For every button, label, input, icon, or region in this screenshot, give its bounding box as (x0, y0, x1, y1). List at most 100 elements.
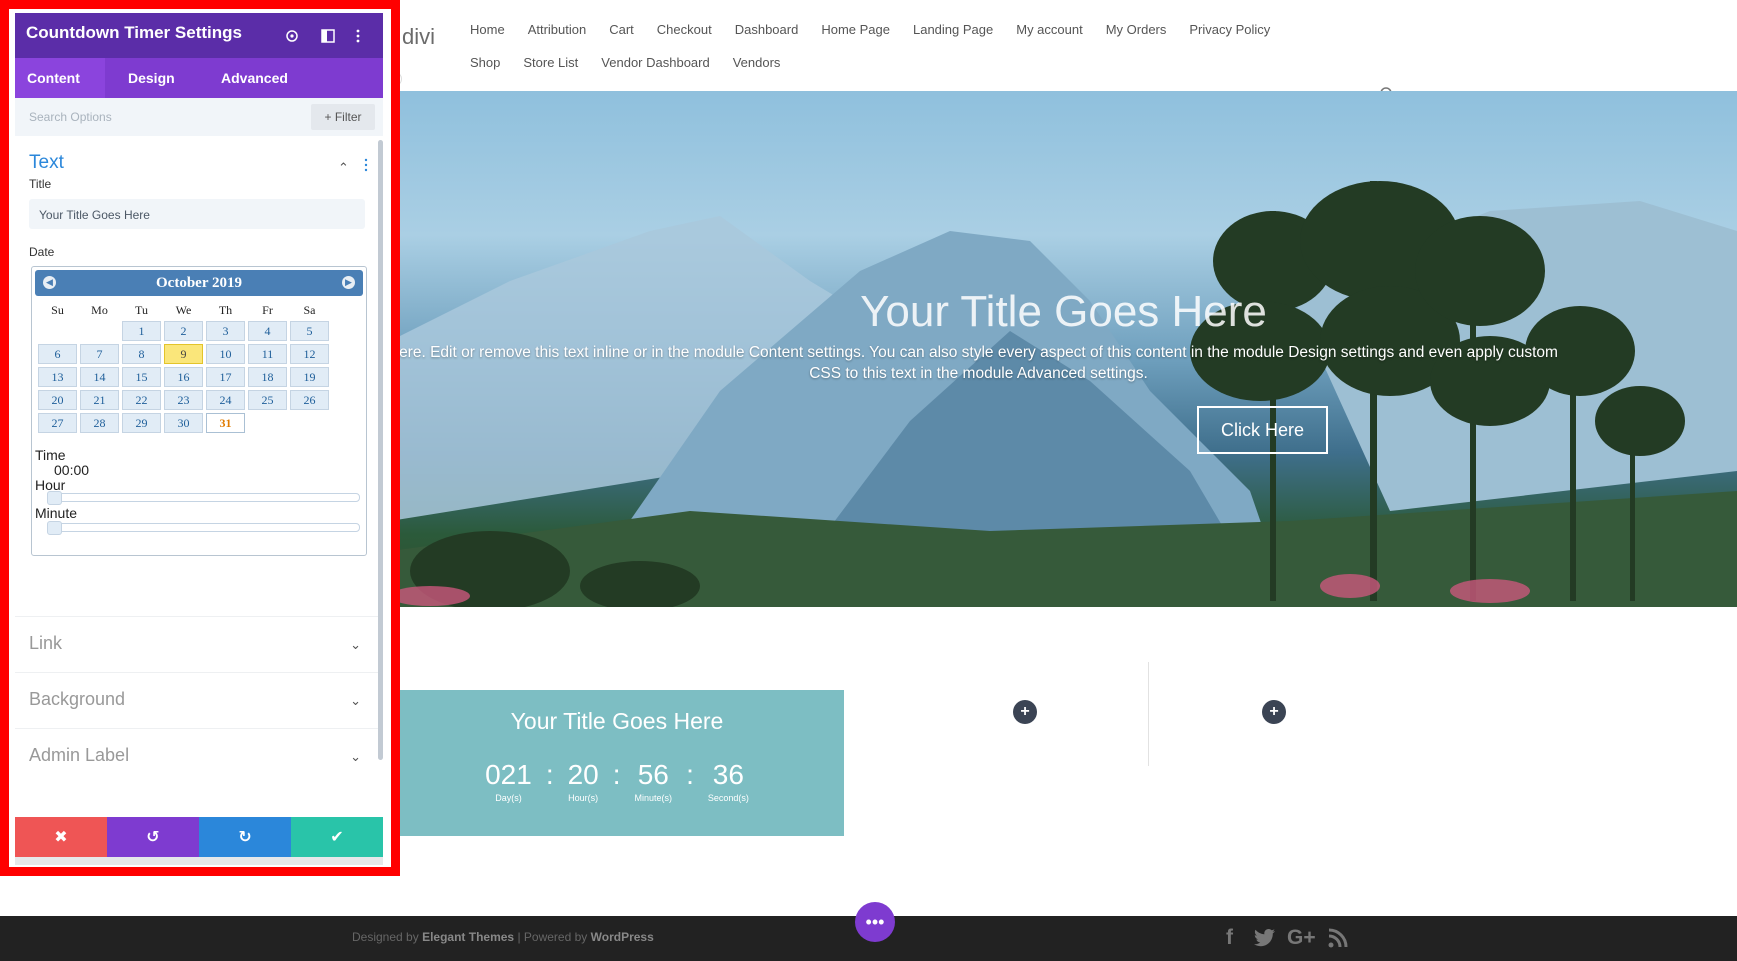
settings-panel-tabs: Content Design Advanced (15, 58, 383, 98)
section-background[interactable]: Background ⌄ (15, 672, 383, 728)
calendar-empty-cell (80, 321, 119, 341)
undo-button[interactable]: ↺ (107, 817, 199, 857)
chevron-up-icon[interactable]: ⌃ (338, 160, 349, 176)
weekday-label: Tu (135, 303, 148, 317)
nav-link-cart[interactable]: Cart (609, 22, 634, 37)
settings-panel-body: Text ⌃ Title Your Title Goes Here Date ◀… (15, 136, 383, 817)
save-button[interactable]: ✔ (291, 817, 383, 857)
calendar-day[interactable]: 7 (80, 344, 119, 364)
next-month-icon[interactable]: ▶ (342, 276, 355, 289)
nav-link-my-account[interactable]: My account (1016, 22, 1082, 37)
nav-link-landing-page[interactable]: Landing Page (913, 22, 993, 37)
settings-panel-scrollbar[interactable] (378, 140, 383, 760)
tab-design[interactable]: Design (128, 70, 175, 86)
hero-cta-button[interactable]: Click Here (1197, 406, 1328, 454)
countdown-seconds-label: Second(s) (707, 793, 749, 803)
calendar-day[interactable]: 3 (206, 321, 245, 341)
minute-label: Minute (35, 505, 78, 521)
nav-link-checkout[interactable]: Checkout (657, 22, 712, 37)
footer-link-wordpress[interactable]: WordPress (591, 930, 654, 944)
calendar-day[interactable]: 24 (206, 390, 245, 410)
section-link[interactable]: Link ⌄ (15, 616, 383, 672)
search-options-input[interactable]: Search Options (29, 110, 112, 124)
nav-link-my-orders[interactable]: My Orders (1106, 22, 1167, 37)
calendar-day[interactable]: 29 (122, 413, 161, 433)
countdown-timer-module[interactable]: Your Title Goes Here 021 Day(s) : 20 Hou… (390, 690, 844, 836)
facebook-icon[interactable]: f (1226, 926, 1233, 950)
calendar-day[interactable]: 19 (290, 367, 329, 387)
tab-content[interactable]: Content (27, 70, 80, 86)
calendar-day[interactable]: 28 (80, 413, 119, 433)
hour-slider[interactable] (47, 491, 360, 505)
section-more-icon[interactable] (364, 158, 368, 172)
builder-menu-button[interactable]: ••• (855, 902, 895, 942)
calendar-day[interactable]: 21 (80, 390, 119, 410)
calendar-day[interactable]: 30 (164, 413, 203, 433)
minute-slider-handle[interactable] (47, 521, 62, 535)
hour-slider-handle[interactable] (47, 491, 62, 505)
nav-link-vendors[interactable]: Vendors (733, 55, 781, 70)
calendar-day[interactable]: 27 (38, 413, 77, 433)
add-module-button[interactable]: + (1262, 700, 1286, 724)
site-logo[interactable]: divi (402, 24, 435, 50)
chevron-down-icon[interactable]: ⌄ (350, 749, 361, 765)
calendar-day[interactable]: 14 (80, 367, 119, 387)
calendar-day-today[interactable]: 31 (206, 413, 245, 433)
nav-link-vendor-dashboard[interactable]: Vendor Dashboard (601, 55, 709, 70)
calendar-empty-cell (290, 413, 329, 433)
chevron-down-icon[interactable]: ⌄ (350, 637, 361, 653)
calendar-day[interactable]: 12 (290, 344, 329, 364)
date-picker[interactable]: ◀ October 2019 ▶ Su Mo Tu We Th Fr Sa 1 … (31, 266, 367, 556)
calendar-day[interactable]: 5 (290, 321, 329, 341)
more-icon[interactable] (355, 29, 361, 43)
calendar-day[interactable]: 1 (122, 321, 161, 341)
calendar-empty-cell (38, 321, 77, 341)
calendar-day[interactable]: 13 (38, 367, 77, 387)
layout-icon[interactable] (321, 29, 335, 43)
nav-link-privacy-policy[interactable]: Privacy Policy (1189, 22, 1270, 37)
weekday-label: We (175, 303, 192, 317)
calendar-day[interactable]: 26 (290, 390, 329, 410)
title-field-input[interactable]: Your Title Goes Here (29, 199, 365, 229)
calendar-day[interactable]: 8 (122, 344, 161, 364)
add-module-button[interactable]: + (1013, 700, 1037, 724)
chevron-down-icon[interactable]: ⌄ (350, 693, 361, 709)
settings-panel-header[interactable]: Countdown Timer Settings (15, 13, 383, 58)
calendar-empty-cell (248, 413, 287, 433)
calendar-day[interactable]: 4 (248, 321, 287, 341)
tab-advanced[interactable]: Advanced (221, 70, 288, 86)
calendar-day[interactable]: 17 (206, 367, 245, 387)
calendar-day[interactable]: 25 (248, 390, 287, 410)
filter-button[interactable]: + Filter (311, 104, 375, 130)
calendar-day[interactable]: 22 (122, 390, 161, 410)
calendar-day[interactable]: 10 (206, 344, 245, 364)
nav-link-home[interactable]: Home (470, 22, 505, 37)
nav-link-store-list[interactable]: Store List (523, 55, 578, 70)
nav-link-shop[interactable]: Shop (470, 55, 500, 70)
section-title-text[interactable]: Text (29, 152, 64, 174)
twitter-icon[interactable] (1254, 929, 1276, 947)
calendar-day[interactable]: 15 (122, 367, 161, 387)
calendar-day[interactable]: 16 (164, 367, 203, 387)
hero-title[interactable]: Your Title Goes Here (390, 287, 1737, 337)
title-field-label: Title (29, 177, 52, 191)
section-admin-label[interactable]: Admin Label ⌄ (15, 728, 383, 784)
calendar-day[interactable]: 2 (164, 321, 203, 341)
calendar-day-selected[interactable]: 9 (164, 344, 203, 364)
calendar-day[interactable]: 6 (38, 344, 77, 364)
footer-link-elegant-themes[interactable]: Elegant Themes (422, 930, 514, 944)
calendar-day[interactable]: 18 (248, 367, 287, 387)
calendar-day[interactable]: 23 (164, 390, 203, 410)
target-icon[interactable] (285, 29, 299, 43)
google-plus-icon[interactable]: G+ (1287, 926, 1316, 950)
nav-link-attribution[interactable]: Attribution (528, 22, 587, 37)
discard-button[interactable]: ✖ (15, 817, 107, 857)
calendar-day[interactable]: 20 (38, 390, 77, 410)
hero-body-text[interactable]: ere. Edit or remove this text inline or … (390, 342, 1737, 384)
nav-link-dashboard[interactable]: Dashboard (735, 22, 799, 37)
minute-slider[interactable] (47, 521, 360, 535)
nav-link-home-page[interactable]: Home Page (821, 22, 890, 37)
rss-icon[interactable] (1328, 928, 1348, 948)
calendar-day[interactable]: 11 (248, 344, 287, 364)
redo-button[interactable]: ↻ (199, 817, 291, 857)
